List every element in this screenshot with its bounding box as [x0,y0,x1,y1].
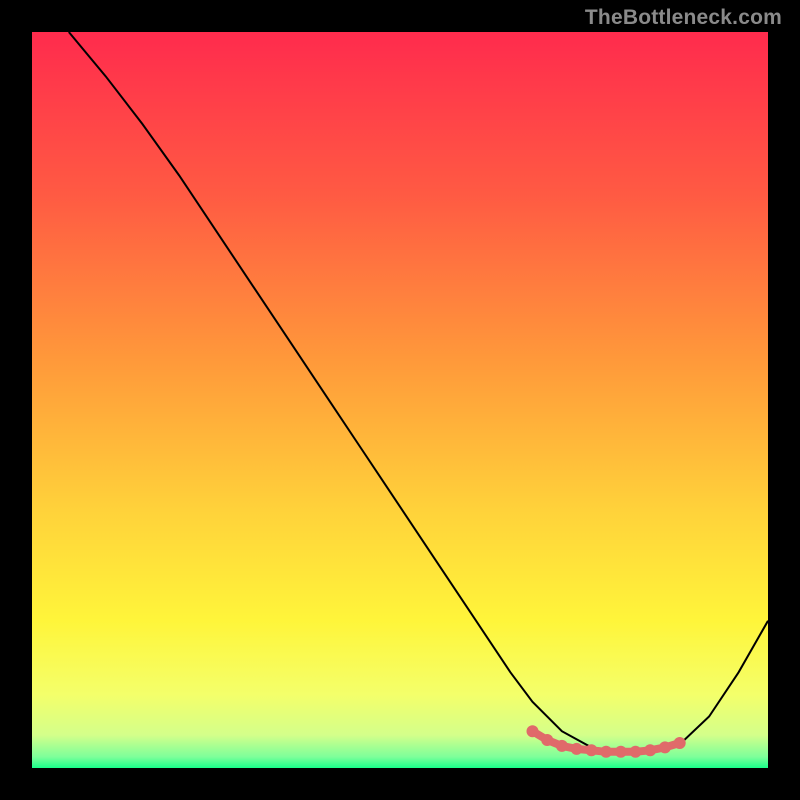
gradient-background [32,32,768,768]
bottleneck-chart [32,32,768,768]
optimal-marker-dot [600,746,612,758]
optimal-marker-dot [615,746,627,758]
optimal-marker-dot [630,746,642,758]
plot-area [32,32,768,768]
chart-frame: TheBottleneck.com [0,0,800,800]
optimal-marker-dot [644,744,656,756]
optimal-marker-dot [527,725,539,737]
optimal-marker-dot [659,741,671,753]
optimal-marker-dot [571,743,583,755]
optimal-marker-dot [585,744,597,756]
optimal-marker-dot [541,734,553,746]
optimal-marker-dot [556,740,568,752]
optimal-marker-dot [674,737,686,749]
watermark-text: TheBottleneck.com [585,6,782,30]
